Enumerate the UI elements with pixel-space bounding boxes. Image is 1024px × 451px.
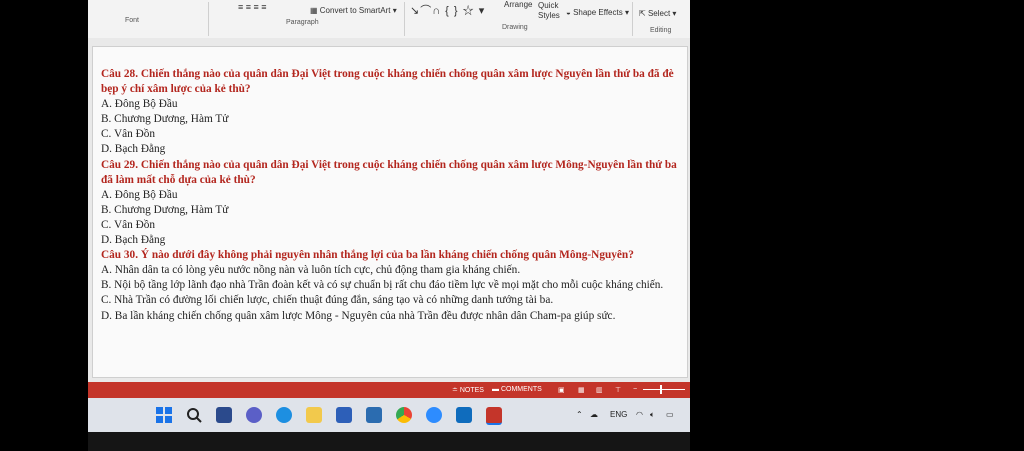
shape-effects-button[interactable]: ◒ Shape Effects ▾ (566, 8, 629, 17)
slide[interactable]: Câu 28. Chiến thắng nào của quân dân Đại… (92, 46, 688, 378)
question-30-title: Câu 30. Ý nào dưới đây không phải nguyên… (101, 249, 634, 262)
normal-view-icon[interactable]: ▣ (558, 386, 565, 394)
slideshow-icon[interactable]: ⊤ (615, 386, 621, 394)
edge-icon[interactable] (276, 407, 292, 423)
quick-styles-button[interactable]: Quick Styles (538, 1, 564, 21)
comments-button[interactable]: ▬ COMMENTS (492, 386, 542, 393)
drawing-group-label: Drawing (502, 24, 528, 31)
shapes-gallery[interactable]: ↘︎⌒∩ { } ☆ ▾ (410, 2, 485, 18)
arrange-button[interactable]: Arrange (504, 0, 532, 9)
task-view-icon[interactable] (216, 407, 232, 423)
tray-chevron-icon[interactable]: ⌃ (576, 410, 583, 419)
zoom-slider-thumb[interactable] (660, 385, 662, 394)
smartart-icon: ▦ (310, 6, 320, 15)
question-28-option-a: A. Đông Bộ Đầu (101, 98, 178, 111)
font-group-label: Font (125, 17, 140, 24)
question-28-title: Câu 28. Chiến thắng nào của quân dân Đại… (101, 68, 674, 96)
notes-button[interactable]: ≐ NOTES (452, 386, 484, 394)
question-29-option-b: B. Chương Dương, Hàm Tử (101, 203, 229, 216)
question-29-option-d: D. Bạch Đằng (101, 234, 166, 247)
reading-view-icon[interactable]: ▥ (596, 386, 603, 394)
shape-effects-icon: ◒ (566, 8, 574, 17)
notes-icon: ≐ (452, 387, 460, 394)
zoom-slider[interactable] (643, 389, 685, 390)
convert-smartart-button[interactable]: ▦ Convert to SmartArt ▾ (310, 6, 397, 15)
question-28-option-c: C. Vân Đồn (101, 128, 156, 141)
teams-chat-icon[interactable] (246, 407, 262, 423)
windows-start-icon[interactable] (156, 407, 172, 423)
question-28-option-d: D. Bạch Đằng (101, 143, 166, 156)
chrome-icon[interactable] (396, 407, 412, 423)
question-30-option-b: B. Nội bộ tầng lớp lãnh đạo nhà Trần đoà… (101, 279, 664, 292)
question-29-option-a: A. Đông Bộ Đầu (101, 188, 178, 201)
monitor-app-icon[interactable] (456, 407, 472, 423)
question-30-option-c: C. Nhà Trần có đường lối chiến lược, chi… (101, 294, 554, 307)
search-icon[interactable] (186, 407, 202, 423)
status-bar: ≐ NOTES ▬ COMMENTS ▣ ▦ ▥ ⊤ − (88, 382, 690, 398)
app-icon[interactable] (366, 407, 382, 423)
editing-group-label: Editing (650, 27, 672, 34)
select-button[interactable]: ⇱ Select ▾ (639, 9, 676, 18)
zoom-out-icon[interactable]: − (633, 386, 637, 393)
volume-icon[interactable]: 🔈︎ (650, 410, 655, 420)
powerpoint-icon[interactable] (486, 407, 502, 425)
file-explorer-icon[interactable] (306, 407, 322, 423)
zoom-app-icon[interactable] (426, 407, 442, 423)
battery-icon[interactable]: ▭ (666, 410, 674, 419)
cloud-icon[interactable]: ☁ (590, 410, 598, 419)
ribbon: Font ≡ ≡ ≡ ≡ ▦ Convert to SmartArt ▾ Par… (88, 0, 690, 39)
laptop-bezel (88, 432, 690, 451)
question-29-title: Câu 29. Chiến thắng nào của quân dân Đại… (101, 158, 677, 186)
paragraph-align-icons[interactable]: ≡ ≡ ≡ ≡ (238, 2, 267, 12)
question-28-option-b: B. Chương Dương, Hàm Tử (101, 113, 229, 126)
slide-editor: Câu 28. Chiến thắng nào của quân dân Đại… (88, 38, 690, 382)
store-icon[interactable] (336, 407, 352, 423)
comments-icon: ▬ (492, 386, 501, 393)
taskbar: ⌃ ☁ ENG ◠ 🔈︎ ▭ (88, 398, 690, 432)
wifi-icon[interactable]: ◠ (636, 410, 643, 419)
cursor-icon: ⇱ (639, 9, 648, 18)
language-indicator[interactable]: ENG (610, 410, 627, 419)
question-30-option-d: D. Ba lần kháng chiến chống quân xâm lượ… (101, 309, 616, 322)
question-29-option-c: C. Vân Đồn (101, 218, 156, 231)
laptop-screen: Font ≡ ≡ ≡ ≡ ▦ Convert to SmartArt ▾ Par… (88, 0, 690, 451)
paragraph-group-label: Paragraph (286, 19, 319, 26)
question-30-option-a: A. Nhân dân ta có lòng yêu nước nồng nàn… (101, 264, 521, 277)
slide-sorter-icon[interactable]: ▦ (578, 386, 585, 394)
slide-text[interactable]: Câu 28. Chiến thắng nào của quân dân Đại… (101, 67, 685, 324)
